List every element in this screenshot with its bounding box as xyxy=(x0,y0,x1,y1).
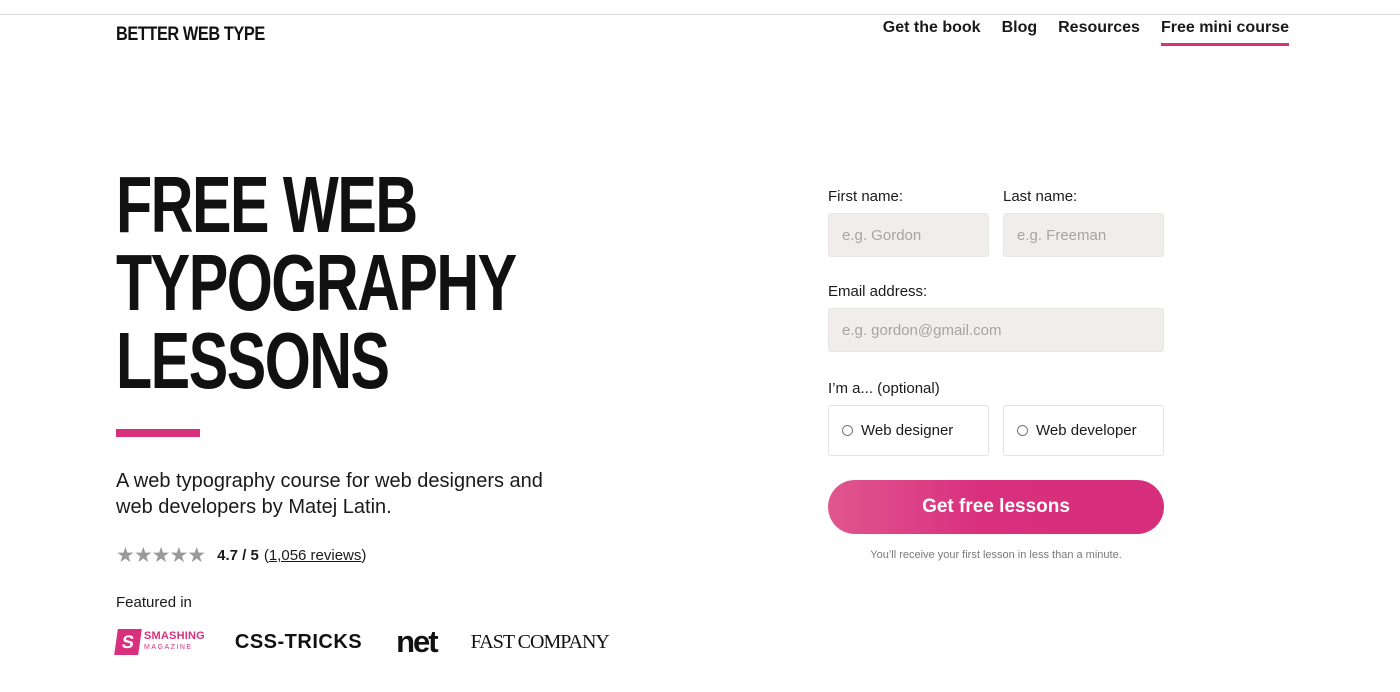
nav-free-mini-course[interactable]: Free mini course xyxy=(1160,19,1289,46)
rating: ★★★★★ 4.7 / 5 (1,056 reviews) xyxy=(116,543,366,568)
accent-bar xyxy=(116,429,200,437)
reviews-paren-close: ) xyxy=(361,547,367,564)
fast-company-logo: FAST COMPANY xyxy=(470,630,610,653)
first-name-label: First name: xyxy=(828,188,904,205)
first-name-group: First name: xyxy=(828,188,989,257)
role-option-label: Web designer xyxy=(861,422,954,439)
net-logo: net xyxy=(396,624,438,659)
email-label: Email address: xyxy=(828,283,928,300)
role-label: I’m a... (optional) xyxy=(828,380,940,397)
rating-reviews: (1,056 reviews) xyxy=(264,547,367,564)
smashing-magazine-logo: S SMASHING MAGAZINE xyxy=(114,629,205,655)
smashing-name: SMASHING xyxy=(144,630,205,642)
first-name-input[interactable] xyxy=(828,213,989,257)
role-option-web-developer[interactable]: Web developer xyxy=(1003,405,1164,456)
featured-label: Featured in xyxy=(116,594,192,611)
rating-score: 4.7 / 5 xyxy=(217,547,259,564)
radio-icon[interactable] xyxy=(842,425,853,436)
form-note: You’ll receive your first lesson in less… xyxy=(870,549,1122,561)
role-options: Web designer Web developer xyxy=(828,405,1164,456)
main-nav: Get the book Blog Resources Free mini co… xyxy=(883,19,1289,46)
smashing-sub: MAGAZINE xyxy=(144,644,193,651)
role-option-web-designer[interactable]: Web designer xyxy=(828,405,989,456)
email-input[interactable] xyxy=(828,308,1164,352)
hero-title-line: LESSONS xyxy=(116,316,390,405)
smashing-mark-icon: S xyxy=(114,629,142,655)
last-name-group: Last name: xyxy=(1003,188,1164,257)
hero-title: FREE WEB TYPOGRAPHY LESSONS xyxy=(116,160,517,405)
nav-resources[interactable]: Resources xyxy=(1058,19,1140,46)
hero-title-line: FREE WEB xyxy=(116,160,418,249)
featured-logos: S SMASHING MAGAZINE CSS-TRICKS net FAST … xyxy=(114,624,610,660)
nav-get-the-book[interactable]: Get the book xyxy=(883,19,981,46)
site-logo[interactable]: BETTER WEB TYPE xyxy=(116,24,265,46)
get-free-lessons-button[interactable]: Get free lessons xyxy=(828,480,1164,534)
signup-form: First name: Last name: Email address: I’… xyxy=(828,188,1164,561)
role-group: I’m a... (optional) Web designer Web dev… xyxy=(828,380,1164,456)
email-group: Email address: xyxy=(828,283,1164,352)
name-row: First name: Last name: xyxy=(828,188,1164,257)
top-divider xyxy=(0,14,1400,15)
css-tricks-logo: CSS-TRICKS xyxy=(234,630,363,653)
role-option-label: Web developer xyxy=(1036,422,1137,439)
last-name-input[interactable] xyxy=(1003,213,1164,257)
last-name-label: Last name: xyxy=(1003,188,1078,205)
radio-icon[interactable] xyxy=(1017,425,1028,436)
nav-blog[interactable]: Blog xyxy=(1002,19,1038,46)
smashing-wordmark: SMASHING MAGAZINE xyxy=(144,631,205,653)
hero-title-line: TYPOGRAPHY xyxy=(116,238,517,327)
rating-stars-icon: ★★★★★ xyxy=(116,544,206,567)
reviews-link[interactable]: 1,056 reviews xyxy=(269,547,362,564)
hero-subtitle: A web typography course for web designer… xyxy=(116,470,543,518)
